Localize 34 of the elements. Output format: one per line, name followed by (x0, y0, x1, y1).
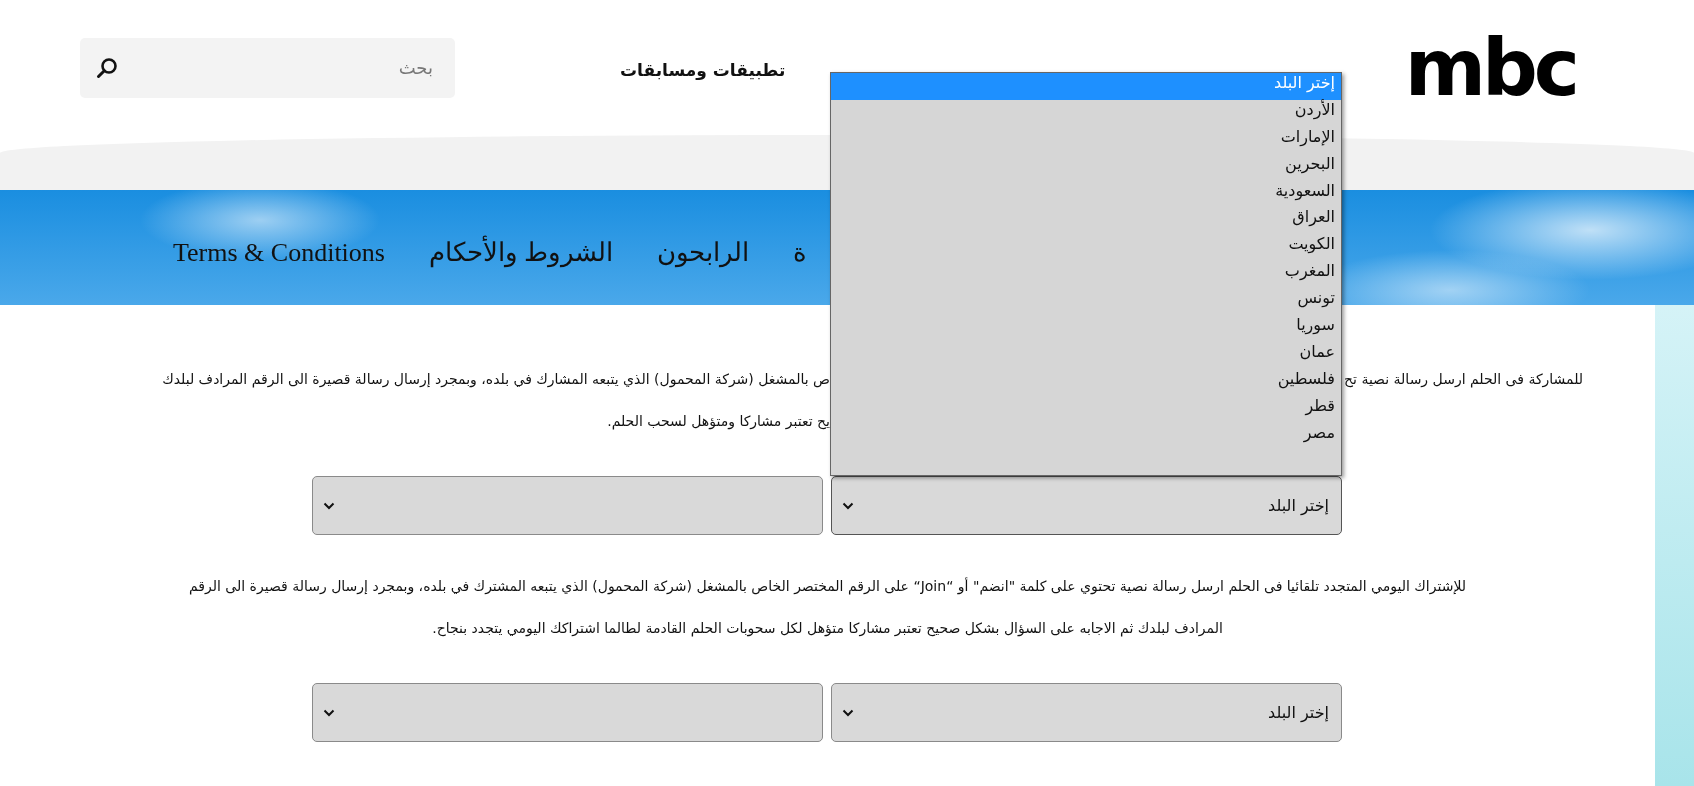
country-option[interactable]: تونس (831, 288, 1341, 315)
country-select[interactable]: إختر البلد (831, 683, 1342, 742)
instruction-text: يح تعتبر مشاركا ومتؤهل لسحب الحلم. (607, 413, 830, 429)
chevron-down-icon (842, 501, 854, 510)
country-option[interactable]: المغرب (831, 261, 1341, 289)
country-option[interactable]: قطر (831, 395, 1341, 423)
instruction-text: للإشتراك اليومي المتجدد تلقائيا فى الحلم ارسل رسالة نصية تحتوي على كلمة "انضم" أو “Join“ على الرقم المختصر الخاص بالمشغل (شركة المحمول) الذي يتبعه المشترك في بلده، وبمجرد إرسال رسالة قصيرة الى الرقم (189, 578, 1467, 594)
country-option[interactable]: السعودية (831, 180, 1341, 208)
subnav-link[interactable]: ة (793, 237, 808, 268)
country-option[interactable]: سوريا (831, 315, 1341, 342)
operator-select[interactable] (312, 476, 823, 535)
country-option[interactable]: عمان (831, 341, 1341, 369)
instruction-text: ص بالمشغل (شركة المحمول) الذي يتبعه المشارك في بلده، وبمجرد إرسال رسالة قصيرة الى الرقم المرادف لبلدك (162, 371, 830, 387)
instruction-text: المرادف لبلدك ثم الاجابه على السؤال بشكل صحيح تعتبر مشاركا متؤهل لكل سحوبات الحلم القادمة لطالما اشتراكك اليومي يتجدد بنجاح. (432, 620, 1223, 636)
instruction-text: للمشاركة فى الحلم ارسل رسالة نصية تح (1343, 371, 1584, 387)
country-option[interactable]: الكويت (831, 234, 1341, 262)
operator-select[interactable] (312, 683, 823, 742)
country-option[interactable]: الأردن (831, 99, 1341, 127)
search-icon[interactable] (96, 56, 118, 79)
chevron-down-icon (323, 708, 335, 717)
chevron-down-icon (323, 501, 335, 510)
nav-link[interactable]: تطبيقات ومسابقات (620, 59, 786, 80)
country-option[interactable]: العراق (831, 207, 1341, 235)
chevron-down-icon (842, 708, 854, 717)
logo[interactable]: mbc (1404, 28, 1576, 107)
subnav-link[interactable]: Terms & Conditions (173, 237, 385, 268)
search-field[interactable]: بحث (80, 37, 455, 98)
country-option[interactable]: مصر (831, 422, 1341, 450)
country-select[interactable]: إختر البلد (831, 476, 1342, 535)
country-option[interactable]: الإمارات (831, 126, 1341, 154)
country-option[interactable]: البحرين (831, 153, 1341, 181)
country-option[interactable]: فلسطين (831, 368, 1341, 396)
subnav-link[interactable]: الرابحون (657, 237, 750, 268)
subnav-link[interactable]: الشروط والأحكام (428, 237, 614, 268)
